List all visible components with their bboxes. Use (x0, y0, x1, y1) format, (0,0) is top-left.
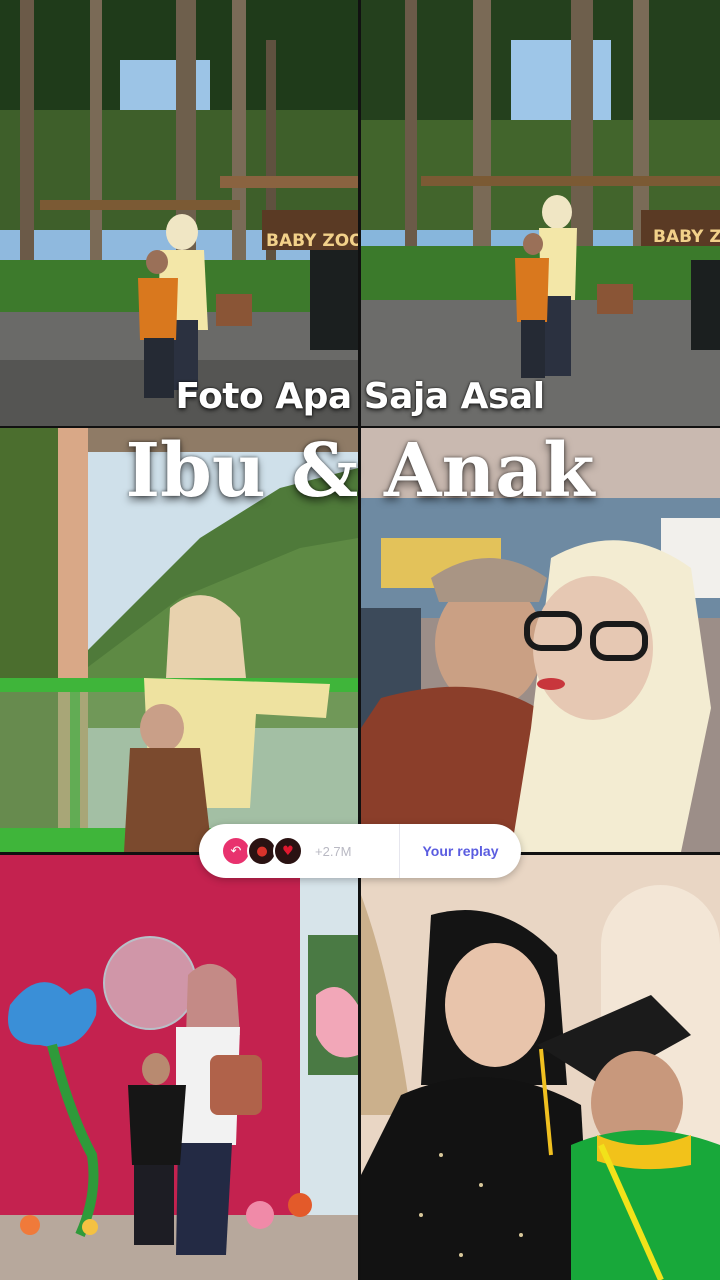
photo-zoo-entrance-2: BABY Z (361, 0, 720, 426)
caption-title: Ibu & Anak (125, 428, 595, 514)
reply-bar: ↶ ● ♥ +2.7M Your replay (199, 824, 521, 878)
reaction-count: +2.7M (315, 843, 352, 859)
photo-graduation (361, 855, 720, 1280)
zoo-sign-text: BABY ZOO (266, 231, 358, 251)
reactions-group[interactable]: ↶ ● ♥ (221, 836, 303, 866)
photo-pink-wall (0, 855, 358, 1280)
photo-zoo-entrance: BABY ZOO (0, 0, 358, 426)
lips-icon: ♥ (273, 836, 303, 866)
caption-subtitle: Foto Apa Saja Asal (175, 376, 545, 417)
zoo-sign-text-2: BABY Z (653, 227, 720, 247)
your-reply-button[interactable]: Your replay (400, 824, 521, 878)
